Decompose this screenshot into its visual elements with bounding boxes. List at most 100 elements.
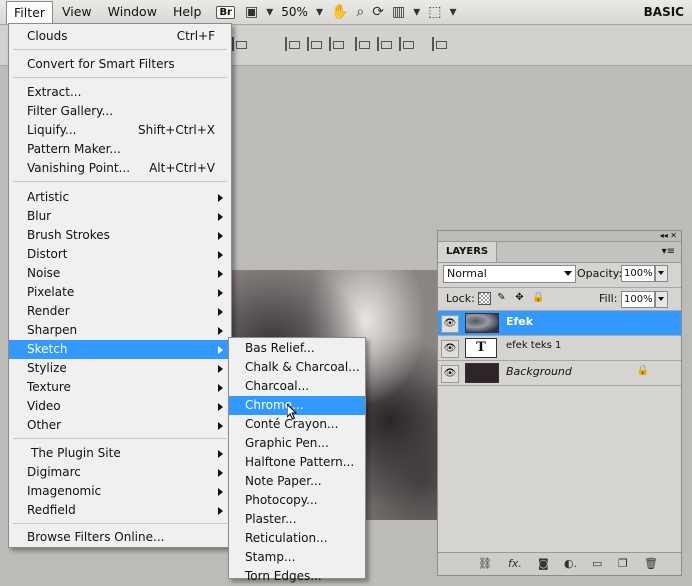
hand-tool-icon[interactable]: ✋: [331, 4, 348, 20]
align-vcenter-icon[interactable]: [307, 37, 323, 51]
lock-position-icon[interactable]: ✥: [514, 292, 525, 303]
link-layers-icon[interactable]: ⛓: [478, 557, 492, 570]
menu-item-noise[interactable]: Noise: [9, 264, 231, 283]
layer-name[interactable]: Background: [506, 365, 572, 378]
menu-item-stylize[interactable]: Stylize: [9, 359, 231, 378]
menu-item-vanishing-point[interactable]: Vanishing Point... Alt+Ctrl+V: [9, 159, 231, 178]
layer-name[interactable]: Efek: [506, 315, 533, 328]
lock-all-icon[interactable]: 🔒: [532, 292, 544, 303]
align-left-icon[interactable]: [355, 37, 371, 51]
align-right-icon[interactable]: [399, 37, 415, 51]
panel-menu-icon[interactable]: ▾≡: [662, 246, 675, 257]
menu-item-render[interactable]: Render: [9, 302, 231, 321]
layer-name[interactable]: efek teks 1: [506, 340, 561, 351]
panel-collapse-bar[interactable]: ◂◂ ✕: [438, 231, 681, 242]
menu-item-sharpen[interactable]: Sharpen: [9, 321, 231, 340]
menu-item-extract[interactable]: Extract...: [9, 83, 231, 102]
opacity-field[interactable]: 100%: [621, 265, 655, 282]
chevron-down-icon[interactable]: ▾: [449, 4, 456, 20]
align-hcenter-icon[interactable]: [377, 37, 393, 51]
eye-icon[interactable]: 👁: [441, 340, 459, 358]
submenu-item-charcoal[interactable]: Charcoal...: [229, 377, 365, 396]
submenu-item-chalk-charcoal[interactable]: Chalk & Charcoal...: [229, 358, 365, 377]
menu-item-imagenomic[interactable]: Imagenomic: [9, 482, 231, 501]
menu-item-the-plugin-site[interactable]: The Plugin Site: [9, 444, 231, 463]
layer-row-efek-teks-1[interactable]: 👁 T efek teks 1: [438, 336, 681, 361]
layer-row-efek[interactable]: 👁 Efek: [438, 311, 681, 336]
submenu-item-chrome[interactable]: Chrome...: [229, 396, 365, 415]
lock-brush-icon[interactable]: ✎: [496, 292, 507, 303]
submenu-item-halftone-pattern[interactable]: Halftone Pattern...: [229, 453, 365, 472]
screen-mode-icon[interactable]: ▣: [245, 4, 258, 20]
fill-dropdown[interactable]: [655, 291, 668, 308]
new-layer-icon[interactable]: ❐: [618, 557, 628, 570]
rotate-view-icon[interactable]: ⟳: [372, 4, 384, 20]
adjustment-layer-icon[interactable]: ◐.: [564, 557, 577, 570]
blend-mode-select[interactable]: Normal: [443, 265, 576, 283]
menu-item-pixelate[interactable]: Pixelate: [9, 283, 231, 302]
align-bottom-icon[interactable]: [329, 37, 345, 51]
submenu-item-label: Graphic Pen...: [245, 436, 329, 450]
menu-item-label: Artistic: [27, 190, 70, 204]
menu-item-other[interactable]: Other: [9, 416, 231, 435]
chevron-down-icon[interactable]: ▾: [266, 4, 273, 20]
add-mask-icon[interactable]: ◙: [538, 557, 549, 570]
chevron-down-icon[interactable]: ▾: [413, 4, 420, 20]
menu-window[interactable]: Window: [101, 1, 164, 23]
submenu-arrow-icon: [218, 194, 223, 202]
menu-item-sketch[interactable]: Sketch: [9, 340, 231, 359]
chevron-down-icon[interactable]: ▾: [316, 4, 323, 20]
menu-filter[interactable]: Filter: [6, 0, 53, 24]
zoom-level[interactable]: 50%: [281, 5, 308, 19]
submenu-item-graphic-pen[interactable]: Graphic Pen...: [229, 434, 365, 453]
menu-item-convert-smart-filters[interactable]: Convert for Smart Filters: [9, 55, 231, 74]
menu-item-distort[interactable]: Distort: [9, 245, 231, 264]
align-icon[interactable]: [232, 37, 248, 51]
menu-item-brush-strokes[interactable]: Brush Strokes: [9, 226, 231, 245]
menu-item-filter-gallery[interactable]: Filter Gallery...: [9, 102, 231, 121]
menu-item-label: Browse Filters Online...: [27, 530, 165, 544]
new-group-icon[interactable]: ▭: [592, 557, 602, 570]
submenu-item-torn-edges[interactable]: Torn Edges...: [229, 567, 365, 586]
submenu-item-conte-crayon[interactable]: Conté Crayon...: [229, 415, 365, 434]
menu-item-label: Other: [27, 418, 62, 432]
menu-item-texture[interactable]: Texture: [9, 378, 231, 397]
delete-layer-icon[interactable]: 🗑: [644, 557, 658, 570]
fill-field[interactable]: 100%: [621, 291, 655, 308]
menu-item-redfield[interactable]: Redfield: [9, 501, 231, 520]
lock-transparent-icon[interactable]: [478, 292, 491, 305]
menu-item-blur[interactable]: Blur: [9, 207, 231, 226]
submenu-item-bas-relief[interactable]: Bas Relief...: [229, 339, 365, 358]
menu-item-pattern-maker[interactable]: Pattern Maker...: [9, 140, 231, 159]
menu-item-liquify[interactable]: Liquify... Shift+Ctrl+X: [9, 121, 231, 140]
eye-icon[interactable]: 👁: [441, 365, 459, 383]
menu-item-browse-filters-online[interactable]: Browse Filters Online...: [9, 528, 231, 547]
auto-align-icon[interactable]: [432, 37, 448, 51]
submenu-item-label: Chalk & Charcoal...: [245, 360, 360, 374]
menu-item-digimarc[interactable]: Digimarc: [9, 463, 231, 482]
menu-item-clouds[interactable]: Clouds Ctrl+F: [9, 27, 231, 46]
align-top-icon[interactable]: [285, 37, 301, 51]
submenu-item-reticulation[interactable]: Reticulation...: [229, 529, 365, 548]
opacity-dropdown[interactable]: [655, 265, 668, 282]
submenu-item-stamp[interactable]: Stamp...: [229, 548, 365, 567]
menu-item-artistic[interactable]: Artistic: [9, 188, 231, 207]
submenu-item-plaster[interactable]: Plaster...: [229, 510, 365, 529]
workspace-switcher[interactable]: BASIC: [644, 0, 684, 24]
fx-icon[interactable]: fx.: [508, 557, 522, 570]
menu-help[interactable]: Help: [166, 1, 209, 23]
menu-view[interactable]: View: [55, 1, 99, 23]
zoom-tool-icon[interactable]: ⌕: [356, 4, 364, 20]
menu-item-video[interactable]: Video: [9, 397, 231, 416]
mouse-cursor-icon: [287, 404, 297, 420]
submenu-item-photocopy[interactable]: Photocopy...: [229, 491, 365, 510]
tab-layers[interactable]: LAYERS: [438, 242, 498, 262]
eye-icon[interactable]: 👁: [441, 315, 459, 333]
collapse-icon[interactable]: ◂◂ ✕: [660, 231, 677, 240]
menu-item-label: Distort: [27, 247, 68, 261]
screen-mode-toggle-icon[interactable]: ⬚: [428, 4, 441, 20]
arrange-documents-icon[interactable]: ▥: [392, 4, 405, 20]
layer-row-background[interactable]: 👁 Background 🔒: [438, 361, 681, 386]
bridge-button[interactable]: Br: [216, 5, 235, 19]
submenu-item-note-paper[interactable]: Note Paper...: [229, 472, 365, 491]
